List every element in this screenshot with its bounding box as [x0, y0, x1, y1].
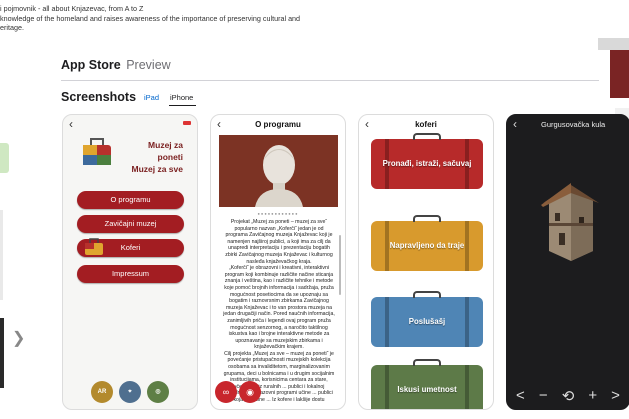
description-line-1: i pojmovnik - all about Knjazevac, from … — [0, 4, 144, 13]
right-edge-fragment — [598, 38, 629, 50]
next-icon[interactable]: > — [611, 387, 620, 405]
zoom-out-icon[interactable]: − — [539, 387, 548, 405]
glasses-icon[interactable]: ∞ — [215, 381, 237, 403]
suitcase-handle — [413, 133, 441, 140]
suitcase-logo-icon — [83, 138, 111, 165]
globe-icon[interactable]: ◎ — [147, 381, 169, 403]
suitcase-label: Pronađi, istraži, sačuvaj — [382, 159, 472, 168]
menu-button-program[interactable]: O programu — [77, 191, 184, 209]
tab-iphone[interactable]: iPhone — [170, 93, 193, 102]
battery-icon — [183, 121, 191, 125]
back-icon: ‹ — [513, 117, 517, 131]
suitcase-handle — [413, 359, 441, 366]
left-edge-dark-fragment — [0, 318, 4, 388]
screen-title: Gurgusovačka kula — [541, 120, 606, 129]
scrollbar[interactable] — [339, 235, 341, 295]
bust-image — [219, 135, 338, 207]
about-text: Projekat „Muzej za poneti – muzej za sve… — [223, 219, 335, 404]
suitcase-handle — [413, 215, 441, 222]
menu-button-impressum[interactable]: Impressum — [77, 265, 184, 283]
viewer-controls: < − ⟲ + > — [507, 387, 629, 405]
suitcase-label: Iskusi umetnost — [397, 385, 457, 394]
screenshot-home[interactable]: ‹ Muzej za poneti Muzej za sve O program… — [62, 114, 198, 410]
left-edge-panel — [0, 210, 3, 300]
camera-icon[interactable]: ◉ — [239, 381, 261, 403]
tab-selected-indicator — [169, 105, 196, 106]
left-edge-fragment — [0, 143, 9, 173]
description-line-3: eritage. — [0, 23, 24, 33]
screen-title: koferi — [415, 120, 437, 129]
prev-icon[interactable]: < — [516, 387, 525, 405]
suitcase-handle — [413, 291, 441, 298]
suitcase-card[interactable]: Iskusi umetnost — [371, 359, 483, 409]
suitcase-label: Poslušašj — [408, 317, 446, 326]
suitcase-icon — [85, 238, 103, 255]
tab-ipad[interactable]: iPad — [144, 93, 159, 102]
rotate-icon[interactable]: ⟲ — [562, 387, 575, 405]
page-indicator: ●●●●●●●●●●●● — [257, 211, 299, 216]
store-suffix: Preview — [126, 58, 171, 72]
back-icon: ‹ — [69, 117, 73, 131]
suitcase-card[interactable]: Poslušašj — [371, 291, 483, 347]
menu-button-museum[interactable]: Zavičajni muzej — [77, 215, 184, 233]
app-logo-text: Muzej za poneti Muzej za sve — [121, 139, 184, 175]
screenshots-heading: Screenshots — [61, 90, 137, 104]
screenshot-3d-tower[interactable]: ‹ Gurgusovačka kula < − ⟲ + > — [506, 114, 629, 410]
divider — [61, 80, 599, 81]
suitcase-card[interactable]: Pronađi, istraži, sačuvaj — [371, 133, 483, 189]
page-title: App Store Preview — [61, 58, 171, 72]
store-name: App Store — [61, 58, 121, 72]
suitcase-card[interactable]: Napravljeno da traje — [371, 215, 483, 271]
description-line-2: knowledge of the homeland and raises awa… — [0, 13, 301, 23]
logo-line-1: Muzej za poneti — [148, 140, 183, 162]
tower-3d-model[interactable] — [535, 171, 607, 263]
map-icon[interactable]: ⌖ — [119, 381, 141, 403]
app-description: i pojmovnik - all about Knjazevac, from … — [0, 4, 300, 33]
ar-icon[interactable]: AR — [91, 381, 113, 403]
suitcase-label: Napravljeno da traje — [389, 241, 465, 250]
screenshot-about[interactable]: ‹ O programu ●●●●●●●●●●●● Projekat „Muze… — [210, 114, 346, 410]
right-edge-image-fragment — [610, 50, 629, 98]
screen-title: O programu — [255, 120, 301, 129]
logo-line-2: Muzej za sve — [131, 164, 184, 174]
chevron-left-icon[interactable]: ❯ — [12, 328, 25, 348]
zoom-in-icon[interactable]: + — [588, 387, 597, 405]
screenshot-suitcases[interactable]: ‹ koferi Pronađi, istraži, sačuvaj Napra… — [358, 114, 494, 410]
